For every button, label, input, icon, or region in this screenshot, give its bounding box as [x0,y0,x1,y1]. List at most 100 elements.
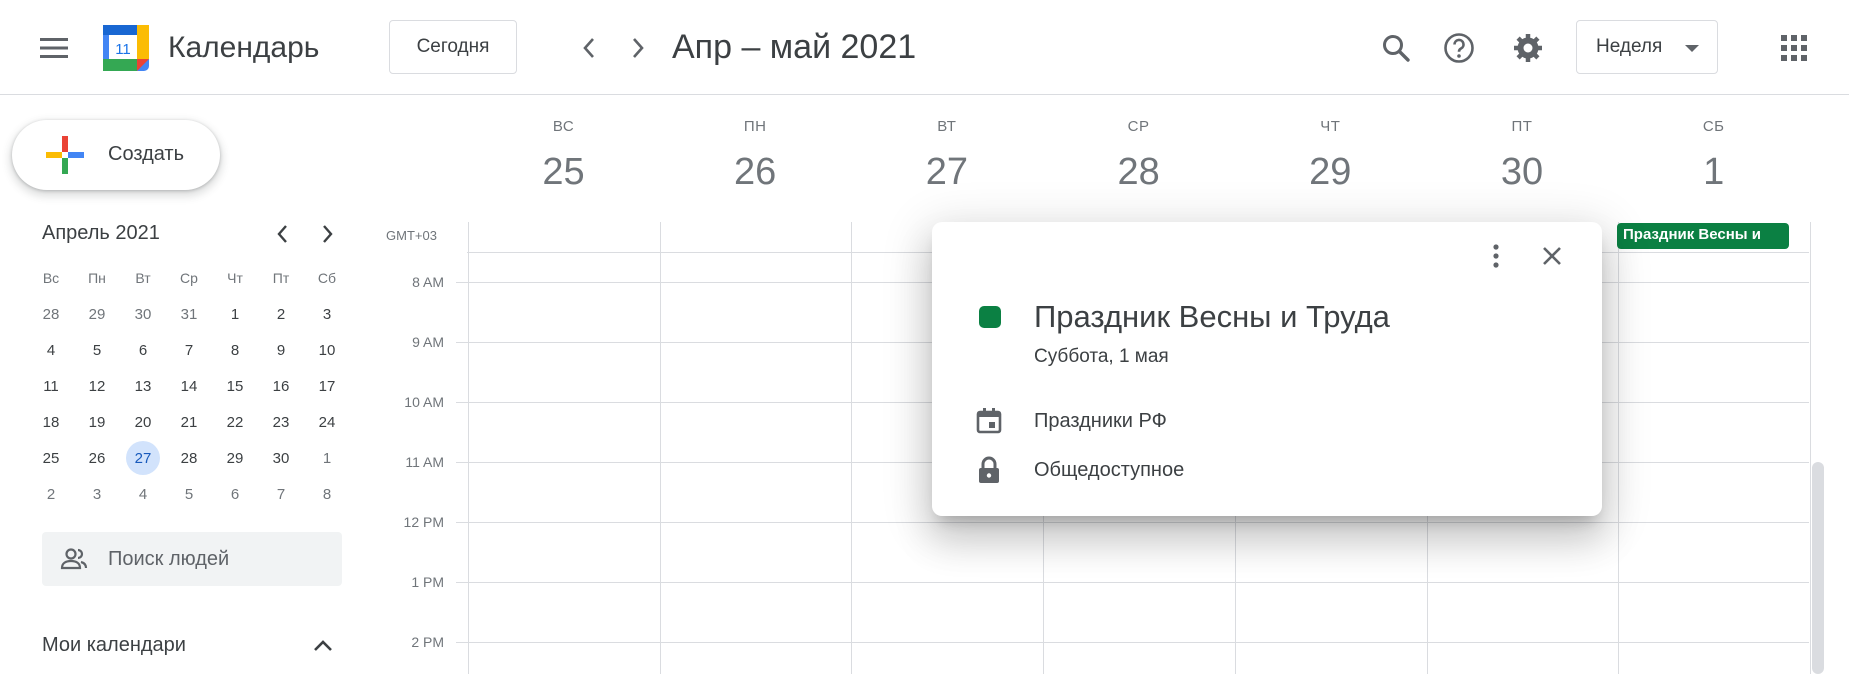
mini-day[interactable]: 12 [74,368,120,404]
hour-label: 12 PM [403,514,444,530]
day-number[interactable]: 27 [851,150,1043,194]
mini-day[interactable]: 28 [166,440,212,476]
mini-day-number: 10 [318,341,336,359]
mini-day[interactable]: 16 [258,368,304,404]
mini-day[interactable]: 2 [258,296,304,332]
day-header-2[interactable]: ВТ 27 [851,118,1043,194]
day-number[interactable]: 26 [659,150,851,194]
calendar-logo-icon[interactable]: 11 [101,23,151,73]
mini-prev-month-button[interactable] [265,216,301,252]
mini-day[interactable]: 24 [304,404,350,440]
mini-day[interactable]: 29 [74,296,120,332]
help-button[interactable] [1435,24,1483,72]
mini-day[interactable]: 1 [304,440,350,476]
mini-day[interactable]: 1 [212,296,258,332]
day-number[interactable]: 25 [468,150,660,194]
timezone-label: GMT+03 [386,228,437,243]
close-popup-button[interactable] [1532,236,1572,276]
mini-day[interactable]: 7 [166,332,212,368]
more-options-button[interactable] [1476,236,1516,276]
mini-day[interactable]: 30 [258,440,304,476]
mini-day-number: 28 [180,449,198,467]
my-calendars-label: Мои календари [42,634,186,656]
mini-day[interactable]: 21 [166,404,212,440]
create-button[interactable]: Создать [12,120,220,190]
mini-day-number: 18 [42,413,60,431]
mini-day[interactable]: 8 [212,332,258,368]
day-header-0[interactable]: ВС 25 [468,118,660,194]
mini-day-number: 20 [134,413,152,431]
mini-day[interactable]: 9 [258,332,304,368]
mini-next-month-button[interactable] [309,216,345,252]
mini-day[interactable]: 10 [304,332,350,368]
mini-day[interactable]: 13 [120,368,166,404]
day-number[interactable]: 30 [1426,150,1618,194]
day-header-3[interactable]: СР 28 [1043,118,1235,194]
mini-day[interactable]: 3 [304,296,350,332]
next-week-button[interactable] [614,24,662,72]
mini-day[interactable]: 25 [28,440,74,476]
app-title: Календарь [168,31,320,64]
mini-day[interactable]: 4 [28,332,74,368]
mini-day[interactable]: 6 [212,476,258,512]
calendar-icon [976,408,1002,434]
grid-scrollbar[interactable] [1812,462,1824,674]
mini-weekday: Чт [227,270,243,286]
mini-day[interactable]: 5 [166,476,212,512]
day-header-1[interactable]: ПН 26 [659,118,851,194]
mini-day[interactable]: 30 [120,296,166,332]
mini-day[interactable]: 28 [28,296,74,332]
mini-day[interactable]: 6 [120,332,166,368]
mini-day[interactable]: 19 [74,404,120,440]
view-selector[interactable]: Неделя [1576,20,1718,74]
my-calendars-toggle[interactable] [305,628,341,664]
mini-day-number: 28 [42,305,60,323]
mini-day[interactable]: 20 [120,404,166,440]
day-column-divider [468,222,469,674]
chevron-right-icon [323,225,333,243]
mini-day[interactable]: 8 [304,476,350,512]
day-header-5[interactable]: ПТ 30 [1426,118,1618,194]
mini-day[interactable]: 23 [258,404,304,440]
day-number[interactable]: 1 [1618,150,1810,194]
mini-day[interactable]: 7 [258,476,304,512]
mini-day[interactable]: 4 [120,476,166,512]
day-number[interactable]: 29 [1234,150,1426,194]
mini-week-row: 18 19 20 21 22 23 24 [28,404,352,440]
mini-weekday: Пт [272,270,290,286]
mini-day-number: 6 [230,485,240,503]
apps-button[interactable] [1770,24,1818,72]
mini-day[interactable]: 18 [28,404,74,440]
people-search-input[interactable] [108,544,328,574]
mini-day[interactable]: 15 [212,368,258,404]
mini-day[interactable]: 14 [166,368,212,404]
mini-weekday: Вт [135,270,151,286]
mini-day[interactable]: 29 [212,440,258,476]
mini-day[interactable]: 22 [212,404,258,440]
settings-button[interactable] [1504,24,1552,72]
mini-day-number: 31 [180,305,198,323]
main-menu-button[interactable] [30,24,78,72]
mini-day-number: 1 [230,305,240,323]
day-number[interactable]: 28 [1043,150,1235,194]
mini-day[interactable]: 17 [304,368,350,404]
mini-day[interactable]: 3 [74,476,120,512]
day-header-6[interactable]: СБ 1 [1618,118,1810,194]
allday-event-chip[interactable]: Праздник Весны и [1617,223,1789,249]
day-of-week: ВС [552,118,575,135]
today-button[interactable]: Сегодня [389,20,517,74]
mini-day[interactable]: 2 [28,476,74,512]
mini-week-row: 28 29 30 31 1 2 3 [28,296,352,332]
search-button[interactable] [1372,24,1420,72]
day-header-4[interactable]: ЧТ 29 [1234,118,1426,194]
mini-day[interactable]: 11 [28,368,74,404]
mini-day[interactable]: 26 [74,440,120,476]
mini-day-today[interactable]: 27 [120,440,166,476]
mini-day-number: 3 [92,485,102,503]
mini-day[interactable]: 31 [166,296,212,332]
prev-week-button[interactable] [565,24,613,72]
mini-week-row: 25 26 27 28 29 30 1 [28,440,352,476]
mini-day[interactable]: 5 [74,332,120,368]
mini-calendar-title: Апрель 2021 [42,222,160,244]
people-search[interactable] [42,532,342,586]
